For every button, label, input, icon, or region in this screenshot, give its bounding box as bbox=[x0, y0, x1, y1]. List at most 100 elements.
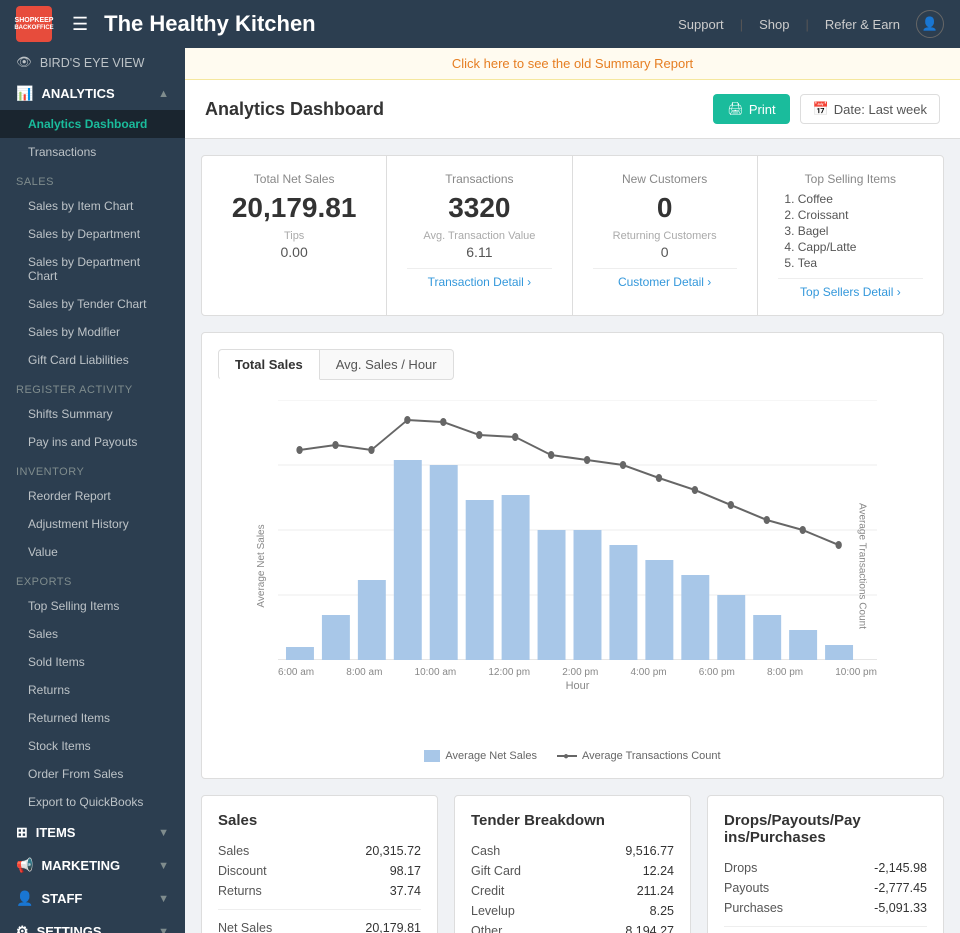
page-header: Analytics Dashboard 🖨 Print 📅 Date: Last… bbox=[185, 80, 960, 139]
x-label-6am: 6:00 am bbox=[278, 667, 314, 678]
hamburger-icon[interactable]: ☰ bbox=[72, 14, 88, 35]
sales-header: SALES bbox=[0, 166, 185, 192]
y-left-axis-label: Average Net Sales bbox=[256, 524, 267, 607]
print-button[interactable]: 🖨 Print bbox=[713, 94, 789, 124]
user-icon[interactable]: 👤 bbox=[916, 10, 944, 38]
adjustment-label: Adjustment History bbox=[28, 517, 129, 531]
sidebar-category-marketing[interactable]: 📢 MARKETING ▼ bbox=[0, 849, 185, 882]
order-from-sales-label: Order From Sales bbox=[28, 767, 123, 781]
analytics-label: ANALYTICS bbox=[41, 86, 114, 101]
sidebar-item-gift-card[interactable]: Gift Card Liabilities bbox=[0, 346, 185, 374]
avg-txn-label: Avg. Transaction Value bbox=[407, 230, 551, 242]
transactions-label: Transactions bbox=[407, 172, 551, 186]
register-header: REGISTER ACTIVITY bbox=[0, 374, 185, 400]
drops-card: Drops/Payouts/Pay ins/Purchases Drops -2… bbox=[707, 795, 944, 933]
sidebar-item-sold-items[interactable]: Sold Items bbox=[0, 648, 185, 676]
x-label-10am: 10:00 am bbox=[415, 667, 457, 678]
staff-icon: 👤 bbox=[16, 890, 33, 907]
sidebar-item-value[interactable]: Value bbox=[0, 538, 185, 566]
giftcard-label: Gift Card bbox=[471, 864, 521, 878]
print-label: Print bbox=[749, 102, 776, 117]
sales-card-title: Sales bbox=[218, 812, 421, 829]
tab-total-sales[interactable]: Total Sales bbox=[218, 349, 320, 380]
marketing-chevron: ▼ bbox=[158, 860, 169, 872]
new-customers-label: New Customers bbox=[593, 172, 737, 186]
tab-total-sales-label: Total Sales bbox=[235, 357, 303, 372]
legend-line-item: ● Average Transactions Count bbox=[557, 750, 721, 762]
tab-avg-sales-hour[interactable]: Avg. Sales / Hour bbox=[320, 349, 454, 380]
sales-row-net: Net Sales 20,179.81 bbox=[218, 918, 421, 933]
inventory-header: INVENTORY bbox=[0, 456, 185, 482]
tips-value: 0.00 bbox=[222, 244, 366, 260]
credit-value: 211.24 bbox=[637, 884, 674, 898]
tender-row-giftcard: Gift Card 12.24 bbox=[471, 861, 674, 881]
top-seller-2: Croissant bbox=[798, 208, 923, 222]
chart-svg: 400 300 200 100 0 80 60 40 20 0 bbox=[278, 400, 877, 660]
sidebar-item-adjustment[interactable]: Adjustment History bbox=[0, 510, 185, 538]
logo[interactable]: SHOPKEEP BACKOFFICE bbox=[16, 6, 52, 42]
drops-row-drops: Drops -2,145.98 bbox=[724, 858, 927, 878]
items-icon: ⊞ bbox=[16, 824, 28, 841]
shop-link[interactable]: Shop bbox=[759, 17, 789, 32]
legend-line-label: Average Transactions Count bbox=[582, 750, 721, 762]
sidebar-item-sales-by-modifier[interactable]: Sales by Modifier bbox=[0, 318, 185, 346]
top-navbar: SHOPKEEP BACKOFFICE ☰ The Healthy Kitche… bbox=[0, 0, 960, 48]
transaction-detail-link[interactable]: Transaction Detail › bbox=[407, 268, 551, 289]
payouts-value: -2,777.45 bbox=[874, 881, 927, 895]
support-link[interactable]: Support bbox=[678, 17, 724, 32]
analytics-icon: 📊 bbox=[16, 85, 33, 102]
x-axis-title: Hour bbox=[278, 680, 877, 692]
sidebar-item-bird-eye[interactable]: 👁 BIRD'S EYE VIEW bbox=[0, 48, 185, 77]
sidebar-item-quickbooks[interactable]: Export to QuickBooks bbox=[0, 788, 185, 816]
sales-row-discount: Discount 98.17 bbox=[218, 861, 421, 881]
stats-row: Total Net Sales 20,179.81 Tips 0.00 Tran… bbox=[201, 155, 944, 316]
sidebar-item-reorder[interactable]: Reorder Report bbox=[0, 482, 185, 510]
sidebar-item-returns[interactable]: Returns bbox=[0, 676, 185, 704]
banner[interactable]: Click here to see the old Summary Report bbox=[185, 48, 960, 80]
logo-icon: SHOPKEEP BACKOFFICE bbox=[16, 6, 52, 42]
date-filter[interactable]: 📅 Date: Last week bbox=[800, 94, 940, 124]
sidebar-item-returned-items[interactable]: Returned Items bbox=[0, 704, 185, 732]
refer-link[interactable]: Refer & Earn bbox=[825, 17, 900, 32]
sidebar-item-sales-by-item[interactable]: Sales by Item Chart bbox=[0, 192, 185, 220]
tender-row-levelup: Levelup 8.25 bbox=[471, 901, 674, 921]
total-net-sales-label: Total Net Sales bbox=[222, 172, 366, 186]
top-seller-3: Bagel bbox=[798, 224, 923, 238]
sales-by-item-label: Sales by Item Chart bbox=[28, 199, 133, 213]
banner-link[interactable]: Click here to see the old Summary Report bbox=[452, 56, 693, 71]
settings-chevron: ▼ bbox=[158, 926, 169, 933]
sidebar-item-stock-items[interactable]: Stock Items bbox=[0, 732, 185, 760]
sidebar-category-settings[interactable]: ⚙ SETTINGS ▼ bbox=[0, 915, 185, 933]
sidebar-category-items[interactable]: ⊞ ITEMS ▼ bbox=[0, 816, 185, 849]
transactions-label: Transactions bbox=[28, 145, 96, 159]
sidebar-item-sales-export[interactable]: Sales bbox=[0, 620, 185, 648]
legend-bar-icon bbox=[424, 750, 440, 762]
bottom-section: Sales Sales 20,315.72 Discount 98.17 Ret… bbox=[201, 795, 944, 933]
quickbooks-label: Export to QuickBooks bbox=[28, 795, 143, 809]
sidebar-item-analytics-dashboard[interactable]: Analytics Dashboard bbox=[0, 110, 185, 138]
sidebar-item-transactions[interactable]: Transactions bbox=[0, 138, 185, 166]
sidebar-item-order-from-sales[interactable]: Order From Sales bbox=[0, 760, 185, 788]
sidebar-item-sales-by-dept-chart[interactable]: Sales by Department Chart bbox=[0, 248, 185, 290]
credit-label: Credit bbox=[471, 884, 504, 898]
marketing-icon: 📢 bbox=[16, 857, 33, 874]
page-title: Analytics Dashboard bbox=[205, 99, 384, 120]
top-sellers-detail-link[interactable]: Top Sellers Detail › bbox=[778, 278, 923, 299]
customer-detail-link[interactable]: Customer Detail › bbox=[593, 268, 737, 289]
x-axis-labels: 6:00 am 8:00 am 10:00 am 12:00 pm 2:00 p… bbox=[278, 667, 877, 678]
sidebar-item-sales-by-dept[interactable]: Sales by Department bbox=[0, 220, 185, 248]
returned-items-label: Returned Items bbox=[28, 711, 110, 725]
sales-divider1 bbox=[218, 909, 421, 910]
sidebar-item-shifts[interactable]: Shifts Summary bbox=[0, 400, 185, 428]
tab-avg-sales-label: Avg. Sales / Hour bbox=[336, 357, 437, 372]
bird-eye-icon: 👁 bbox=[16, 55, 32, 70]
sidebar-category-analytics[interactable]: 📊 ANALYTICS ▲ bbox=[0, 77, 185, 110]
sidebar-item-payins[interactable]: Pay ins and Payouts bbox=[0, 428, 185, 456]
sidebar-item-top-selling[interactable]: Top Selling Items bbox=[0, 592, 185, 620]
sidebar-item-sales-by-tender[interactable]: Sales by Tender Chart bbox=[0, 290, 185, 318]
net-sales-value: 20,179.81 bbox=[365, 921, 421, 933]
tender-card: Tender Breakdown Cash 9,516.77 Gift Card… bbox=[454, 795, 691, 933]
sidebar-category-staff[interactable]: 👤 STAFF ▼ bbox=[0, 882, 185, 915]
sold-items-label: Sold Items bbox=[28, 655, 85, 669]
other-label: Other bbox=[471, 924, 502, 933]
